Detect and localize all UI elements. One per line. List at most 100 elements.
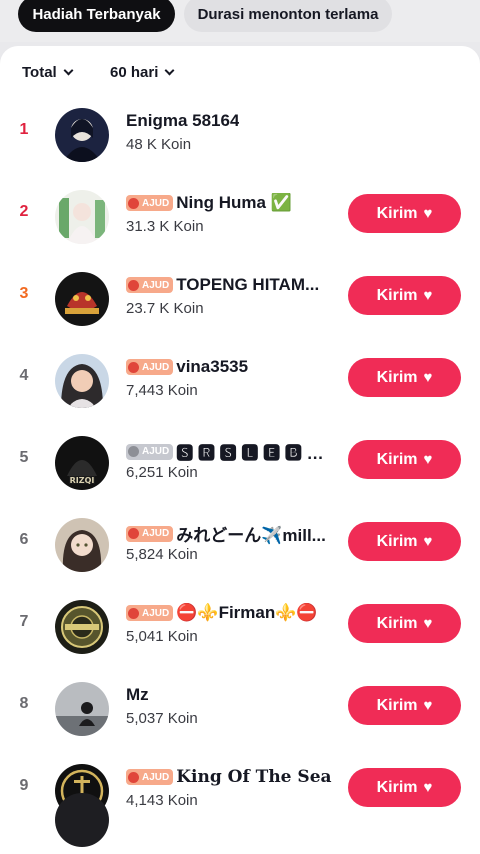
list-item[interactable]: 6 AJUD みれどーん✈️mill... 5,824 Koin Kirim ♥ — [0, 504, 480, 586]
list-item[interactable]: 3 AJUD TOPENG HITAM... 23.7 K Koin Kirim… — [0, 258, 480, 340]
heart-icon: ♥ — [423, 697, 433, 714]
fan-club-badge: AJUD — [126, 359, 174, 375]
heart-icon: ♥ — [423, 287, 433, 304]
fan-club-badge: AJUD — [126, 769, 174, 785]
avatar[interactable] — [55, 354, 109, 408]
badge-label: AJUD — [142, 361, 170, 373]
rank-number: 6 — [19, 531, 29, 548]
filter-period-dropdown[interactable]: 60 hari — [110, 64, 175, 81]
badge-label: AJUD — [142, 607, 170, 619]
username: Ning Huma ✅ — [176, 193, 292, 212]
avatar[interactable] — [55, 272, 109, 326]
fan-club-badge: AJUD — [126, 525, 174, 542]
badge-label: AJUD — [142, 771, 170, 783]
send-gift-button[interactable]: Kirim ♥ — [348, 604, 461, 643]
send-gift-button[interactable]: Kirim ♥ — [348, 276, 461, 315]
tab-top-gifts[interactable]: Hadiah Terbanyak — [18, 0, 175, 32]
filter-type-dropdown[interactable]: Total — [22, 64, 74, 81]
tab-longest-watch[interactable]: Durasi menonton terlama — [184, 0, 392, 32]
fan-club-badge: AJUD — [126, 277, 174, 293]
username: ⛔⚜️Firman⚜️⛔ — [176, 603, 318, 622]
username: 🆂 🆁 🆂 🅻 🅴 🅱 🅴 🆆... — [176, 444, 340, 463]
send-gift-button[interactable]: Kirim ♥ — [348, 686, 461, 725]
heart-badge-icon — [128, 607, 139, 619]
send-gift-button[interactable]: Kirim ♥ — [348, 440, 461, 479]
avatar[interactable] — [55, 190, 109, 244]
send-gift-button[interactable]: Kirim ♥ — [348, 194, 461, 233]
badge-label: AJUD — [142, 197, 170, 209]
rank-number: 7 — [19, 613, 29, 630]
rank-number: 5 — [19, 449, 29, 466]
list-item[interactable]: 8 Mz 5,037 Koin Kirim ♥ — [0, 668, 480, 750]
badge-label: AJUD — [142, 446, 170, 457]
heart-badge-icon — [128, 771, 139, 783]
avatar[interactable]: RIZQI — [55, 436, 109, 490]
coin-count: 31.3 K Koin — [126, 218, 204, 235]
badge-label: AJUD — [142, 279, 170, 291]
username: TOPENG HITAM... — [176, 275, 320, 294]
svg-text:RIZQI: RIZQI — [70, 476, 95, 485]
send-gift-button[interactable]: Kirim ♥ — [348, 522, 461, 561]
heart-icon: ♥ — [423, 779, 433, 796]
filter-type-label: Total — [22, 64, 57, 81]
send-label: Kirim — [376, 368, 418, 386]
fan-club-badge: AJUD — [126, 195, 174, 211]
filter-period-label: 60 hari — [110, 64, 159, 81]
tab-bar: Hadiah Terbanyak Durasi menonton terlama — [0, 0, 480, 42]
send-label: Kirim — [376, 778, 418, 796]
list-item[interactable]: 5 RIZQI AJUD 🆂 🆁 🆂 🅻 🅴 🅱 🅴 🆆... 6,251 Ko… — [0, 422, 480, 504]
list-item[interactable]: 7 AJUD ⛔⚜️Firman⚜️⛔ 5,041 Koin Kirim ♥ — [0, 586, 480, 668]
send-gift-button[interactable]: Kirim ♥ — [348, 358, 461, 397]
heart-badge-icon — [128, 361, 139, 373]
heart-icon: ♥ — [423, 533, 433, 550]
username: King Of The Sea — [176, 767, 332, 787]
username: Mz — [126, 685, 149, 704]
rank-number: 1 — [19, 121, 29, 138]
username: Enigma 58164 — [126, 111, 240, 130]
rank-number: 2 — [19, 203, 29, 220]
coin-count: 5,824 Koin — [126, 546, 198, 563]
coin-count: 7,443 Koin — [126, 382, 198, 399]
rank-number: 3 — [19, 285, 29, 302]
coin-count: 23.7 K Koin — [126, 300, 204, 317]
filter-bar: Total 60 hari — [0, 64, 480, 88]
fan-club-badge: AJUD — [126, 605, 174, 621]
heart-badge-icon — [128, 528, 139, 539]
send-label: Kirim — [376, 286, 418, 304]
username: みれどーん✈️mill... — [176, 526, 326, 545]
avatar[interactable] — [55, 600, 109, 654]
avatar[interactable] — [55, 682, 109, 736]
rank-number: 9 — [19, 777, 29, 794]
heart-icon: ♥ — [423, 615, 433, 632]
heart-icon: ♥ — [423, 369, 433, 386]
badge-label: AJUD — [142, 528, 170, 539]
fan-club-badge: AJUD — [126, 443, 174, 460]
heart-badge-icon — [128, 446, 139, 457]
list-item[interactable]: 2 AJUD Ning Huma ✅ 31.3 K Koin Kirim ♥ — [0, 176, 480, 258]
send-label: Kirim — [376, 614, 418, 632]
avatar[interactable] — [55, 108, 109, 162]
send-label: Kirim — [376, 532, 418, 550]
leaderboard-panel: Total 60 hari 1 Enigma 58164 48 K Koin 2… — [0, 46, 480, 854]
list-item[interactable]: 4 AJUD vina3535 7,443 Koin Kirim ♥ — [0, 340, 480, 422]
username: vina3535 — [176, 357, 249, 376]
rank-number: 8 — [19, 695, 29, 712]
heart-icon: ♥ — [423, 451, 433, 468]
send-gift-button[interactable]: Kirim ♥ — [348, 768, 461, 807]
rank-number: 4 — [19, 367, 29, 384]
avatar[interactable] — [55, 518, 109, 572]
heart-badge-icon — [128, 279, 139, 291]
send-label: Kirim — [376, 450, 418, 468]
coin-count: 5,037 Koin — [126, 710, 198, 727]
chevron-down-icon — [63, 65, 74, 76]
coin-count: 5,041 Koin — [126, 628, 198, 645]
heart-badge-icon — [128, 197, 139, 209]
heart-icon: ♥ — [423, 205, 433, 222]
send-label: Kirim — [376, 696, 418, 714]
list-item[interactable]: 1 Enigma 58164 48 K Koin — [0, 94, 480, 176]
avatar[interactable] — [55, 793, 109, 847]
chevron-down-icon — [164, 65, 175, 76]
send-label: Kirim — [376, 204, 418, 222]
coin-count: 4,143 Koin — [126, 792, 198, 809]
coin-count: 48 K Koin — [126, 136, 192, 153]
